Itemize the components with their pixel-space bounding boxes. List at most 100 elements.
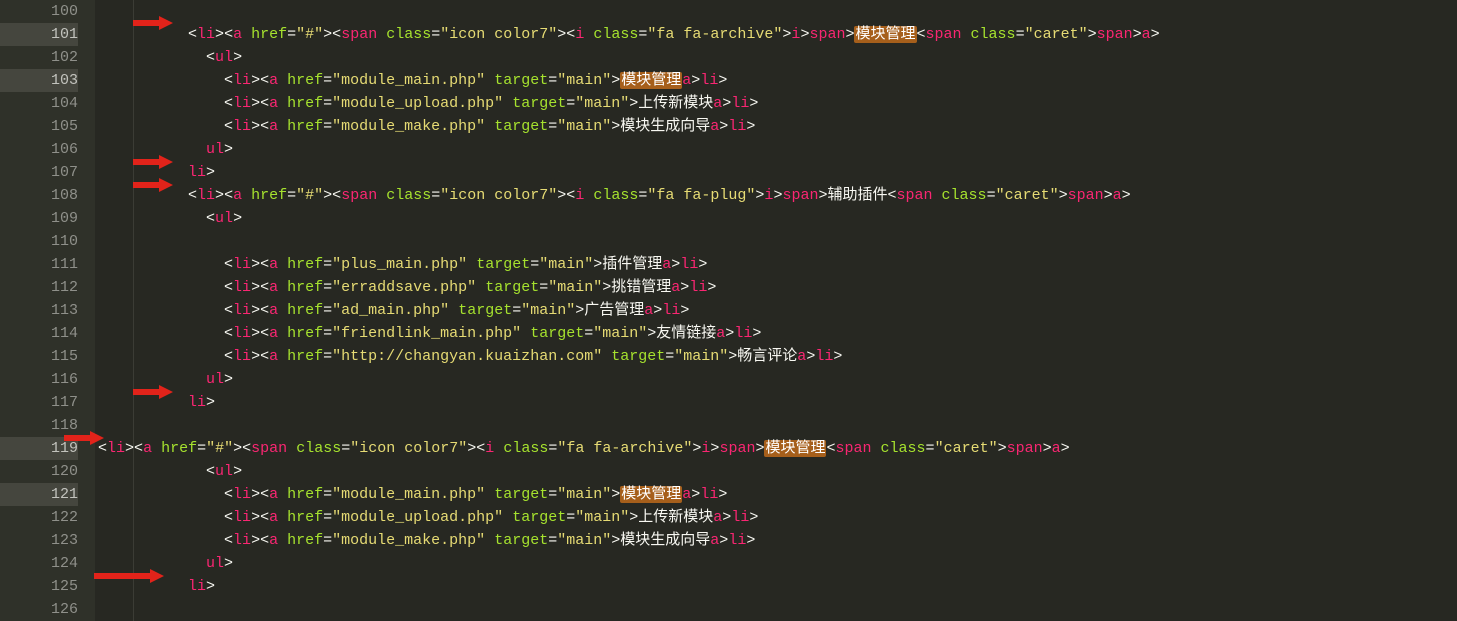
- attr-name: href: [287, 302, 323, 319]
- tag-name: li: [731, 95, 749, 112]
- code-line[interactable]: <li><a href="module_make.php" target="ma…: [98, 115, 1457, 138]
- punct: >: [746, 118, 755, 135]
- punct: >: [833, 348, 842, 365]
- line-number: 105: [0, 115, 78, 138]
- punct: =: [323, 279, 332, 296]
- punct: =: [197, 440, 206, 457]
- punct: >: [611, 532, 620, 549]
- code-line[interactable]: [98, 414, 1457, 437]
- tag-name: li: [689, 279, 707, 296]
- punct: <: [224, 95, 233, 112]
- line-number: 101: [0, 23, 78, 46]
- code-line[interactable]: <ul>: [98, 46, 1457, 69]
- punct: >: [611, 118, 620, 135]
- punct: li>: [188, 394, 215, 411]
- code-line[interactable]: <li><a href="http://changyan.kuaizhan.co…: [98, 345, 1457, 368]
- code-line[interactable]: <ul>: [98, 460, 1457, 483]
- tag-name: span: [1097, 26, 1133, 43]
- code-line[interactable]: <li><a href="erraddsave.php" target="mai…: [98, 276, 1457, 299]
- string-literal: "module_upload.php": [332, 95, 503, 112]
- code-line[interactable]: <ul>: [98, 207, 1457, 230]
- punct: >: [215, 187, 224, 204]
- punct: =: [665, 348, 674, 365]
- code-line[interactable]: <li><a href="#"><span class="icon color7…: [98, 184, 1457, 207]
- punct: >: [691, 486, 700, 503]
- tag-name: span: [1068, 187, 1104, 204]
- punct: <: [260, 279, 269, 296]
- code-line[interactable]: [98, 230, 1457, 253]
- code-line[interactable]: <li><a href="ad_main.php" target="main">…: [98, 299, 1457, 322]
- code-line[interactable]: [98, 598, 1457, 621]
- punct: li>: [188, 164, 215, 181]
- punct: <: [260, 118, 269, 135]
- tag-name: a: [1142, 26, 1151, 43]
- tag-name: li: [728, 118, 746, 135]
- tag-name: li: [233, 486, 251, 503]
- punct: =: [926, 440, 935, 457]
- code-line[interactable]: <li><a href="module_upload.php" target="…: [98, 92, 1457, 115]
- string-literal: "main": [557, 532, 611, 549]
- punct: <: [260, 532, 269, 549]
- punct: =: [323, 72, 332, 89]
- line-number: 102: [0, 46, 78, 69]
- tag-name: li: [188, 578, 206, 595]
- punct: =: [323, 256, 332, 273]
- punct: =: [548, 118, 557, 135]
- code-line[interactable]: <li><a href="friendlink_main.php" target…: [98, 322, 1457, 345]
- code-line[interactable]: ul>: [98, 138, 1457, 161]
- punct: li>: [700, 486, 727, 503]
- code-line[interactable]: <li><a href="plus_main.php" target="main…: [98, 253, 1457, 276]
- attr-name: href: [287, 532, 323, 549]
- code-line[interactable]: <li><a href="#"><span class="icon color7…: [98, 437, 1457, 460]
- punct: li>: [188, 578, 215, 595]
- code-line[interactable]: <li><a href="module_make.php" target="ma…: [98, 529, 1457, 552]
- code-line[interactable]: <li><a href="module_main.php" target="ma…: [98, 69, 1457, 92]
- tag-name: span: [251, 440, 287, 457]
- code-line[interactable]: [98, 0, 1457, 23]
- code-line[interactable]: ul>: [98, 368, 1457, 391]
- string-literal: "ad_main.php": [332, 302, 449, 319]
- punct: <: [260, 302, 269, 319]
- punct: >: [698, 256, 707, 273]
- tag-name: span: [897, 187, 933, 204]
- punct: >: [1059, 187, 1068, 204]
- line-number: 118: [0, 414, 78, 437]
- string-literal: "#": [206, 440, 233, 457]
- code-area[interactable]: <li><a href="#"><span class="icon color7…: [95, 0, 1457, 621]
- code-line[interactable]: li>: [98, 391, 1457, 414]
- punct: =: [584, 325, 593, 342]
- punct: >: [728, 348, 737, 365]
- punct: >: [1133, 26, 1142, 43]
- tag-name: li: [233, 532, 251, 549]
- punct: a>li>: [713, 509, 758, 526]
- punct: >: [691, 72, 700, 89]
- code-line[interactable]: li>: [98, 161, 1457, 184]
- punct: a>li>: [662, 256, 707, 273]
- string-literal: "plus_main.php": [332, 256, 467, 273]
- text-content: 友情链接: [656, 325, 716, 342]
- line-number-gutter: 1001011021031041051061071081091101111121…: [0, 0, 95, 621]
- text-content: 挑错管理: [611, 279, 671, 296]
- punct: <: [888, 187, 897, 204]
- punct: =: [431, 26, 440, 43]
- code-line[interactable]: <li><a href="#"><span class="icon color7…: [98, 23, 1457, 46]
- text-content: 上传新模块: [638, 95, 713, 112]
- tag-name: ul: [215, 49, 233, 66]
- tag-name: li: [728, 532, 746, 549]
- tag-name: a: [269, 279, 278, 296]
- punct: >: [722, 95, 731, 112]
- string-literal: "main": [557, 118, 611, 135]
- code-line[interactable]: li>: [98, 575, 1457, 598]
- punct: >: [718, 486, 727, 503]
- code-line[interactable]: <li><a href="module_upload.php" target="…: [98, 506, 1457, 529]
- text-content: 广告管理: [584, 302, 644, 319]
- attr-name: href: [287, 279, 323, 296]
- attr-name: href: [287, 509, 323, 526]
- tag-name: span: [782, 187, 818, 204]
- string-literal: "main": [539, 256, 593, 273]
- code-line[interactable]: ul>: [98, 552, 1457, 575]
- punct: >: [224, 555, 233, 572]
- code-line[interactable]: <li><a href="module_main.php" target="ma…: [98, 483, 1457, 506]
- punct: a>: [1052, 440, 1070, 457]
- tag-name: li: [233, 325, 251, 342]
